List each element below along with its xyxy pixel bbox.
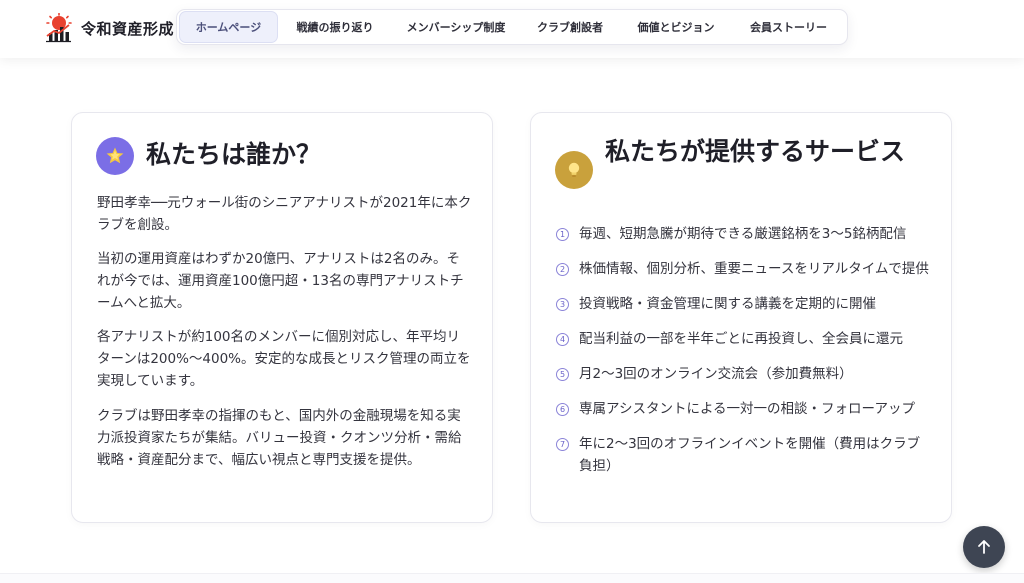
nav-item-home[interactable]: ホームページ [179,11,278,43]
arrow-up-icon [978,540,990,554]
list-item: 6 専属アシスタントによる一対一の相談・フォローアップ [556,398,931,420]
list-number: 6 [556,403,569,416]
nav-item-vision[interactable]: 価値とビジョン [620,11,732,43]
list-text: 毎週、短期急騰が期待できる厳選銘柄を3〜5銘柄配信 [579,226,907,242]
star-icon [96,137,134,175]
list-item: 3 投資戦略・資金管理に関する講義を定期的に開催 [556,293,931,315]
list-item: 4 配当利益の一部を半年ごとに再投資し、全会員に還元 [556,328,931,350]
list-item: 2 株価情報、個別分析、重要ニュースをリアルタイムで提供 [556,258,931,280]
lightbulb-icon [555,151,593,189]
services-title: 私たちが提供するサービス [605,137,906,166]
about-paragraph: 野田孝幸──元ウォール街のシニアアナリストが2021年に本クラブを創設。 [97,195,472,233]
list-item: 7 年に2〜3回のオフラインイベントを開催（費用はクラブ負担） [556,433,931,477]
page-bottom-edge [0,573,1024,583]
scroll-to-top-button[interactable] [963,526,1005,568]
brand-name: 令和資産形成 [81,19,175,38]
about-paragraph: 各アナリストが約100名のメンバーに個別対応し、年平均リターンは200%〜400… [97,329,471,389]
list-item: 1 毎週、短期急騰が期待できる厳選銘柄を3〜5銘柄配信 [556,223,931,245]
about-paragraph: 当初の運用資産はわずか20億円、アナリストは2名のみ。それが今では、運用資産10… [97,251,464,311]
nav-item-track-record[interactable]: 戦績の振り返り [278,11,392,43]
list-number: 7 [556,438,569,451]
site-header: 令和資産形成 ホームページ 戦績の振り返り メンバーシップ制度 クラブ創設者 価… [0,0,1024,58]
list-number: 4 [556,333,569,346]
list-number: 2 [556,263,569,276]
nav-item-stories[interactable]: 会員ストーリー [732,11,845,43]
services-list: 1 毎週、短期急騰が期待できる厳選銘柄を3〜5銘柄配信 2 株価情報、個別分析、… [556,223,931,490]
nav-item-membership[interactable]: メンバーシップ制度 [392,11,520,43]
brand[interactable]: 令和資産形成 [44,12,174,44]
about-card: 私たちは誰か？ 野田孝幸──元ウォール街のシニアアナリストが2021年に本クラブ… [71,112,493,523]
list-number: 5 [556,368,569,381]
about-title: 私たちは誰か？ [146,140,322,169]
list-text: 月2〜3回のオンライン交流会（参加費無料） [579,366,853,382]
chart-sun-logo-icon [46,13,72,43]
list-text: 株価情報、個別分析、重要ニュースをリアルタイムで提供 [579,261,929,277]
list-text: 年に2〜3回のオフラインイベントを開催（費用はクラブ負担） [579,436,921,474]
list-item: 5 月2〜3回のオンライン交流会（参加費無料） [556,363,931,385]
list-text: 専属アシスタントによる一対一の相談・フォローアップ [579,401,916,417]
list-number: 3 [556,298,569,311]
list-text: 配当利益の一部を半年ごとに再投資し、全会員に還元 [579,331,903,347]
services-card: 私たちが提供するサービス 1 毎週、短期急騰が期待できる厳選銘柄を3〜5銘柄配信… [530,112,952,523]
main-nav: ホームページ 戦績の振り返り メンバーシップ制度 クラブ創設者 価値とビジョン … [176,9,848,45]
nav-item-founder[interactable]: クラブ創設者 [520,11,620,43]
list-text: 投資戦略・資金管理に関する講義を定期的に開催 [579,296,876,312]
list-number: 1 [556,228,569,241]
about-paragraph: クラブは野田孝幸の指揮のもと、国内外の金融現場を知る実力派投資家たちが集結。バリ… [97,408,462,468]
